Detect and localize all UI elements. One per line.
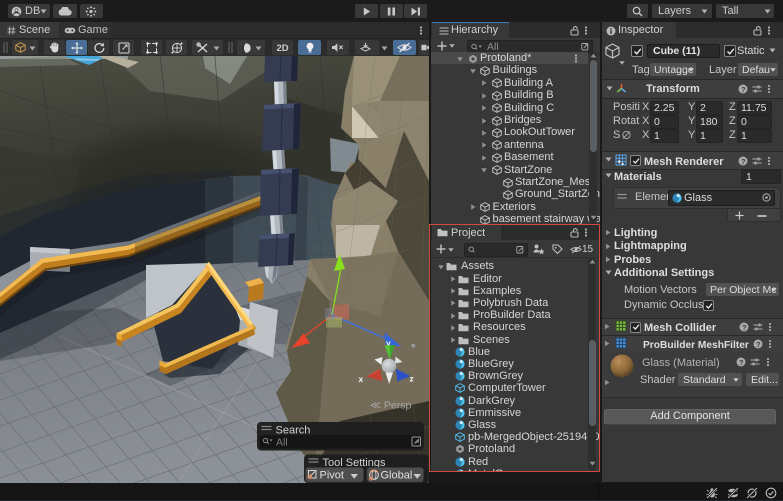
svg-text:Pivot: Pivot	[320, 470, 344, 482]
svg-text:?: ?	[739, 358, 744, 367]
svg-text:?: ?	[756, 339, 761, 348]
svg-text:≪ Persp: ≪ Persp	[370, 400, 411, 412]
svg-text:z: z	[410, 374, 414, 384]
svg-text:x: x	[359, 374, 364, 384]
svg-text:?: ?	[741, 84, 746, 93]
svg-text:All: All	[276, 437, 288, 449]
svg-text:?: ?	[742, 322, 747, 331]
svg-text:Search: Search	[276, 425, 311, 437]
svg-text:?: ?	[741, 156, 746, 165]
svg-text:Global: Global	[381, 470, 413, 482]
